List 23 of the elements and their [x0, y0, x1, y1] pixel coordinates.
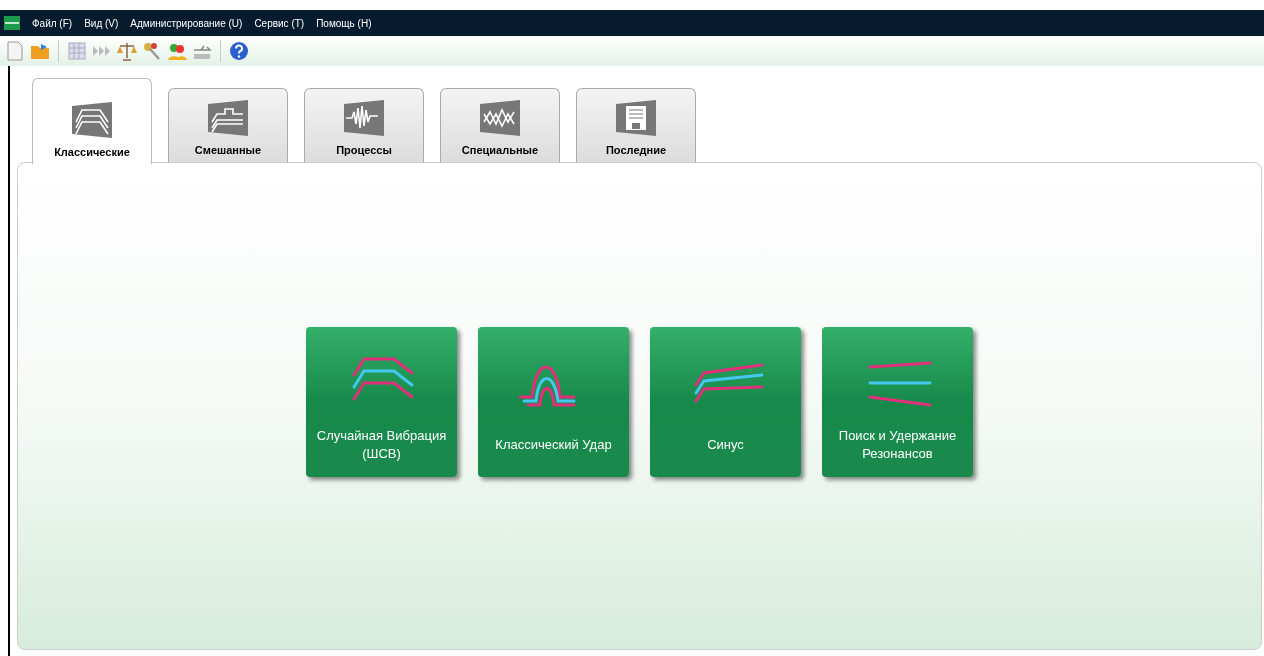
category-tab[interactable]: Процессы — [304, 88, 424, 162]
waveform-icon — [342, 97, 386, 138]
category-tab[interactable]: Классические — [32, 78, 152, 164]
category-tab[interactable]: Смешанные — [168, 88, 288, 162]
new-document-icon[interactable] — [4, 40, 26, 62]
test-type-tile[interactable]: Синус — [650, 327, 801, 477]
test-type-tile[interactable]: Случайная Вибрация (ШСВ) — [306, 327, 457, 477]
ramp-lines-icon — [70, 99, 114, 140]
grid-icon[interactable] — [66, 40, 88, 62]
menu-item[interactable]: Сервис (T) — [254, 15, 305, 31]
app-logo-icon — [4, 16, 20, 30]
category-tab[interactable]: Специальные — [440, 88, 560, 162]
test-type-tile[interactable]: Классический Удар — [478, 327, 629, 477]
scales-icon[interactable] — [116, 40, 138, 62]
test-type-tile[interactable]: Поиск и Удержание Резонансов — [822, 327, 973, 477]
menu-item[interactable]: Вид (V) — [84, 15, 119, 31]
steps-lines-icon — [206, 97, 250, 138]
menu-item[interactable]: Администрирование (U) — [130, 15, 243, 31]
menu-item[interactable]: Файл (F) — [32, 15, 73, 31]
category-tab[interactable]: Последние — [576, 88, 696, 162]
zigzag-icon — [478, 97, 522, 138]
menu-item[interactable]: Помощь (H) — [316, 15, 372, 31]
help-icon[interactable] — [228, 40, 250, 62]
